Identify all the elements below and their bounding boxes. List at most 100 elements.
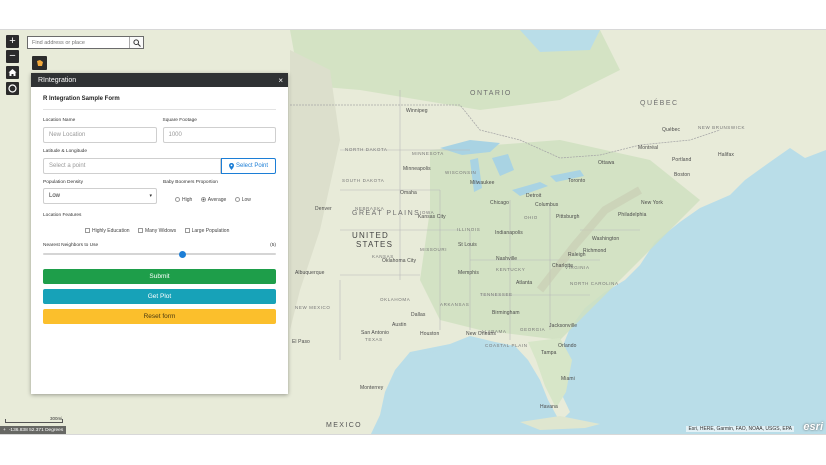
city-philadelphia: Philadelphia bbox=[618, 212, 647, 218]
coordinate-readout[interactable]: + -136.838 52.371 Degrees bbox=[0, 426, 67, 434]
option-label: Low bbox=[241, 196, 251, 203]
checkbox-icon bbox=[184, 228, 190, 233]
r-widget-button[interactable] bbox=[32, 56, 47, 70]
city-chicago: Chicago bbox=[490, 200, 510, 206]
city-dallas: Dallas bbox=[411, 312, 426, 318]
city-toronto: Toronto bbox=[568, 178, 586, 184]
city-el-paso: El Paso bbox=[292, 339, 310, 345]
map-label-ohio: OHIO bbox=[524, 215, 538, 220]
crosshair-icon: + bbox=[3, 427, 6, 433]
city-havana: Havana bbox=[540, 404, 558, 410]
city-richmond: Richmond bbox=[583, 248, 607, 254]
city-albuquerque: Albuquerque bbox=[295, 270, 325, 276]
map-label-minnesota: MINNESOTA bbox=[412, 151, 444, 156]
city-oklahoma-city: Oklahoma City bbox=[382, 258, 417, 264]
map-label-north-carolina: NORTH CAROLINA bbox=[570, 281, 619, 286]
option-label: Highly Education bbox=[92, 227, 130, 234]
city-birmingham: Birmingham bbox=[492, 310, 520, 316]
radio-icon bbox=[234, 197, 240, 202]
feature-highly-education[interactable]: Highly Education bbox=[85, 228, 130, 234]
get-plot-button[interactable]: Get Plot bbox=[43, 289, 276, 304]
population-density-value: Low bbox=[49, 193, 61, 199]
plugin-icon bbox=[36, 60, 43, 66]
location-features-label: Location Features bbox=[43, 213, 82, 218]
lat-long-input[interactable]: Select a point bbox=[43, 158, 221, 174]
map-label-ontario: ONTARIO bbox=[470, 90, 512, 97]
select-point-button[interactable]: Select Point bbox=[221, 158, 276, 174]
nearest-neighbors-slider[interactable] bbox=[43, 250, 276, 258]
city-st-louis: St Louis bbox=[458, 242, 477, 248]
form-title: R Integration Sample Form bbox=[43, 96, 276, 110]
feature-large-population[interactable]: Large Population bbox=[184, 227, 230, 234]
reset-form-button[interactable]: Reset form bbox=[43, 309, 276, 324]
locate-button[interactable] bbox=[6, 82, 19, 95]
map-label-great-plains: GREAT PLAINS bbox=[352, 210, 421, 217]
map-label-tennessee: TENNESSEE bbox=[480, 292, 513, 297]
city-kansas-city: Kansas City bbox=[418, 214, 446, 220]
select-point-label: Select Point bbox=[235, 163, 269, 169]
submit-button[interactable]: Submit bbox=[43, 269, 276, 284]
map-label-arkansas: ARKANSAS bbox=[440, 302, 470, 307]
radio-selected-icon bbox=[200, 197, 206, 202]
lat-long-label: Latitude & Longitude bbox=[43, 149, 88, 154]
city-halifax: Halifax bbox=[718, 152, 734, 158]
search-button[interactable] bbox=[129, 37, 143, 48]
city-houston: Houston bbox=[420, 331, 440, 337]
map-pin-icon bbox=[228, 162, 234, 170]
map-label-mexico: MEXICO bbox=[326, 422, 363, 429]
coordinate-text: -136.838 52.371 Degrees bbox=[8, 427, 64, 433]
radio-icon bbox=[175, 197, 180, 202]
checkbox-icon bbox=[85, 228, 90, 233]
city-charlotte: Charlotte bbox=[552, 263, 574, 269]
location-name-label: Location Name bbox=[43, 118, 76, 123]
square-footage-label: Square Footage bbox=[162, 118, 197, 123]
search-input[interactable] bbox=[28, 37, 129, 48]
map-label-nebraska: NEBRASKA bbox=[355, 206, 385, 211]
slider-handle[interactable] bbox=[179, 250, 187, 258]
map-label-new-mexico: NEW MEXICO bbox=[295, 305, 331, 310]
city-washington: Washington bbox=[592, 236, 620, 242]
nearest-neighbors-label: Nearest Neighbors to Use bbox=[43, 243, 99, 248]
home-icon bbox=[8, 69, 17, 76]
city-quebec: Québec bbox=[662, 127, 681, 133]
map-label-united: UNITED bbox=[352, 231, 389, 240]
rintegration-panel: RIntegration × R Integration Sample Form… bbox=[31, 73, 288, 394]
locate-icon bbox=[8, 84, 17, 93]
city-portland: Portland bbox=[672, 157, 692, 163]
population-density-select[interactable]: Low ▾ bbox=[43, 188, 157, 204]
search-icon bbox=[132, 38, 141, 47]
home-button[interactable] bbox=[6, 66, 19, 79]
map-attribution: Esri, HERE, Garmin, FAO, NOAA, USGS, EPA bbox=[686, 426, 794, 432]
map-label-north-dakota: NORTH DAKOTA bbox=[345, 147, 388, 152]
city-monterrey: Monterrey bbox=[360, 385, 384, 391]
panel-title: RIntegration bbox=[38, 76, 77, 84]
zoom-out-button[interactable]: − bbox=[6, 50, 19, 63]
zoom-in-button[interactable]: + bbox=[6, 35, 19, 48]
close-icon[interactable]: × bbox=[278, 76, 283, 85]
location-name-input[interactable]: New Location bbox=[43, 127, 157, 143]
baby-boomers-option-average[interactable]: Average bbox=[200, 197, 226, 203]
city-new-york: New York bbox=[641, 200, 663, 206]
map-label-coastal-plain: COASTAL PLAIN bbox=[485, 343, 528, 348]
panel-header: RIntegration × bbox=[31, 73, 288, 87]
baby-boomers-option-low[interactable]: Low bbox=[234, 196, 251, 203]
city-milwaukee: Milwaukee bbox=[470, 180, 495, 186]
city-columbus: Columbus bbox=[535, 202, 559, 208]
map-label-states: STATES bbox=[356, 240, 394, 249]
map-label-illinois: ILLINOIS bbox=[457, 227, 481, 232]
city-omaha: Omaha bbox=[400, 190, 417, 196]
map-label-wisconsin: WISCONSIN bbox=[445, 170, 477, 175]
baby-boomers-option-high[interactable]: High bbox=[175, 197, 192, 203]
map-label-kentucky: KENTUCKY bbox=[496, 267, 526, 272]
square-footage-input[interactable]: 1000 bbox=[162, 127, 276, 143]
option-label: Large Population bbox=[191, 227, 230, 234]
feature-many-widows[interactable]: Many Widows bbox=[137, 228, 176, 234]
nearest-neighbors-value: (5) bbox=[270, 243, 276, 248]
city-austin: Austin bbox=[392, 322, 407, 328]
map-label-south-dakota: SOUTH DAKOTA bbox=[342, 178, 385, 183]
city-tampa: Tampa bbox=[541, 350, 557, 356]
city-minneapolis: Minneapolis bbox=[403, 166, 431, 172]
city-memphis: Memphis bbox=[458, 270, 479, 276]
city-miami: Miami bbox=[561, 376, 575, 382]
city-boston: Boston bbox=[674, 172, 691, 178]
